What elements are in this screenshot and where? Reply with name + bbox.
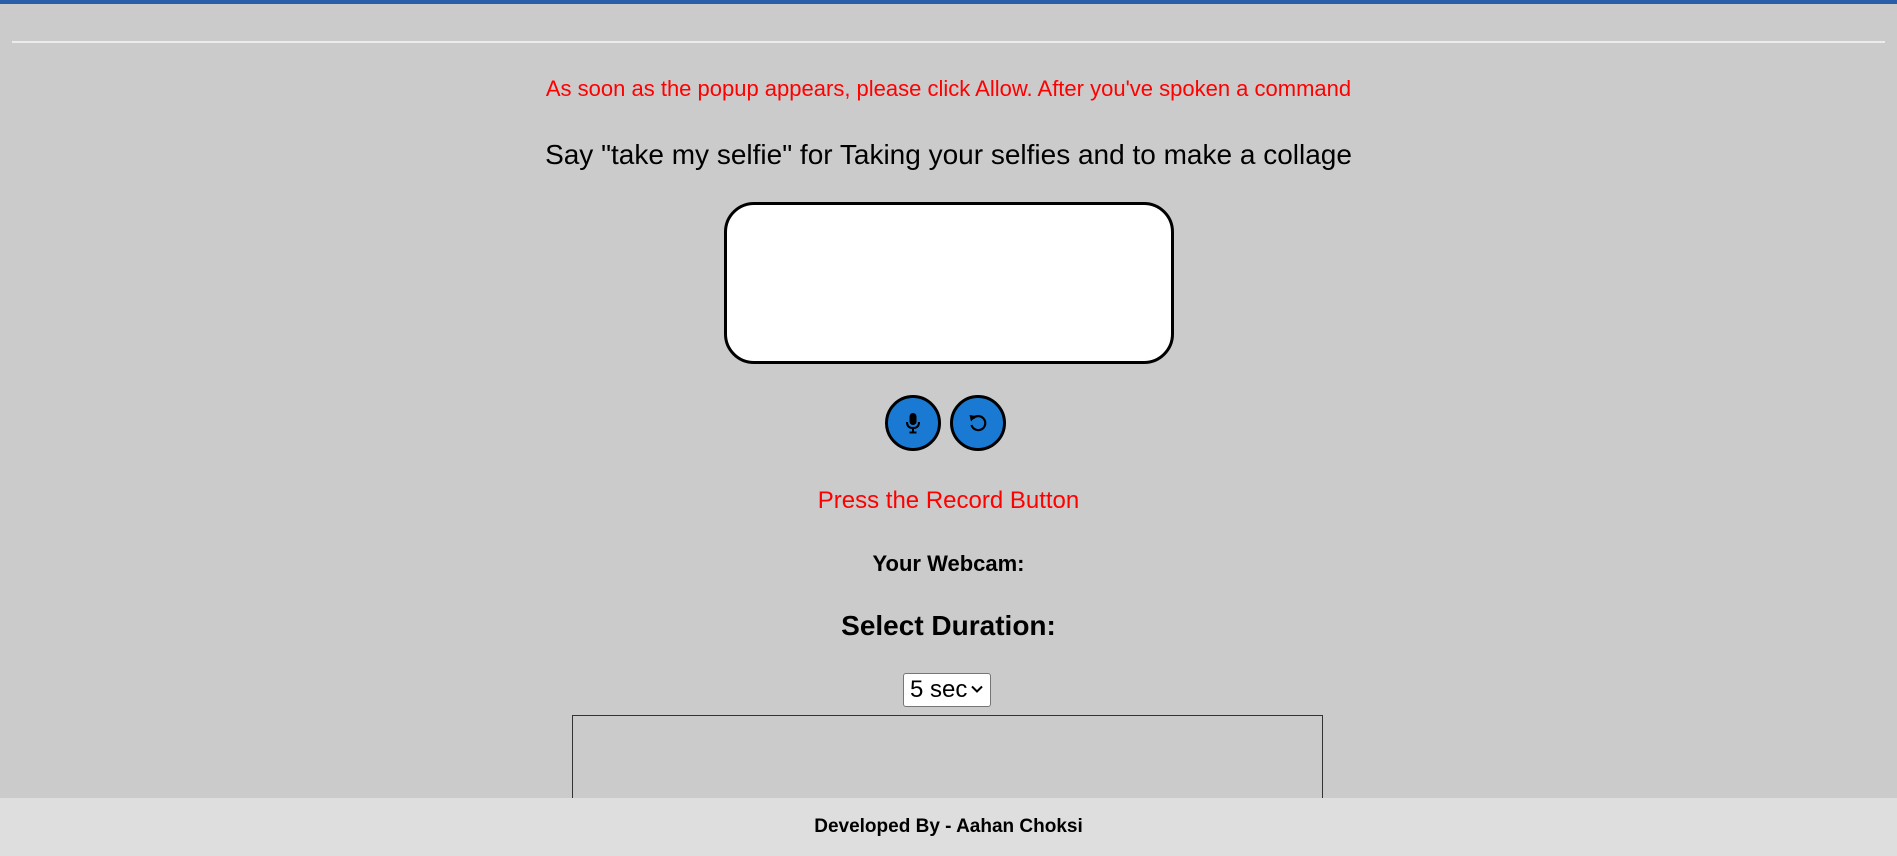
permission-instruction: As soon as the popup appears, please cli… — [545, 76, 1352, 101]
page: As soon as the popup appears, please cli… — [0, 0, 1897, 856]
page-title-clip — [0, 0, 1897, 8]
webcam-label: Your Webcam: — [872, 551, 1025, 576]
footer: Developed By - Aahan Choksi — [0, 798, 1897, 856]
reset-icon — [969, 415, 987, 432]
command-prompt: Say "take my selfie" for Taking your sel… — [545, 139, 1352, 170]
transcript-box — [724, 202, 1174, 364]
status-message: Press the Record Button — [817, 487, 1080, 514]
chevron-down-icon — [971, 685, 983, 693]
footer-credit: Developed By - Aahan Choksi — [814, 816, 1083, 837]
duration-select[interactable]: 5 sec — [903, 673, 991, 707]
record-button[interactable] — [885, 395, 941, 451]
header-divider — [12, 41, 1885, 43]
duration-selected-value: 5 sec — [910, 676, 968, 703]
duration-label: Select Duration: — [841, 610, 1056, 641]
reset-button[interactable] — [950, 395, 1006, 451]
microphone-icon — [906, 413, 920, 434]
